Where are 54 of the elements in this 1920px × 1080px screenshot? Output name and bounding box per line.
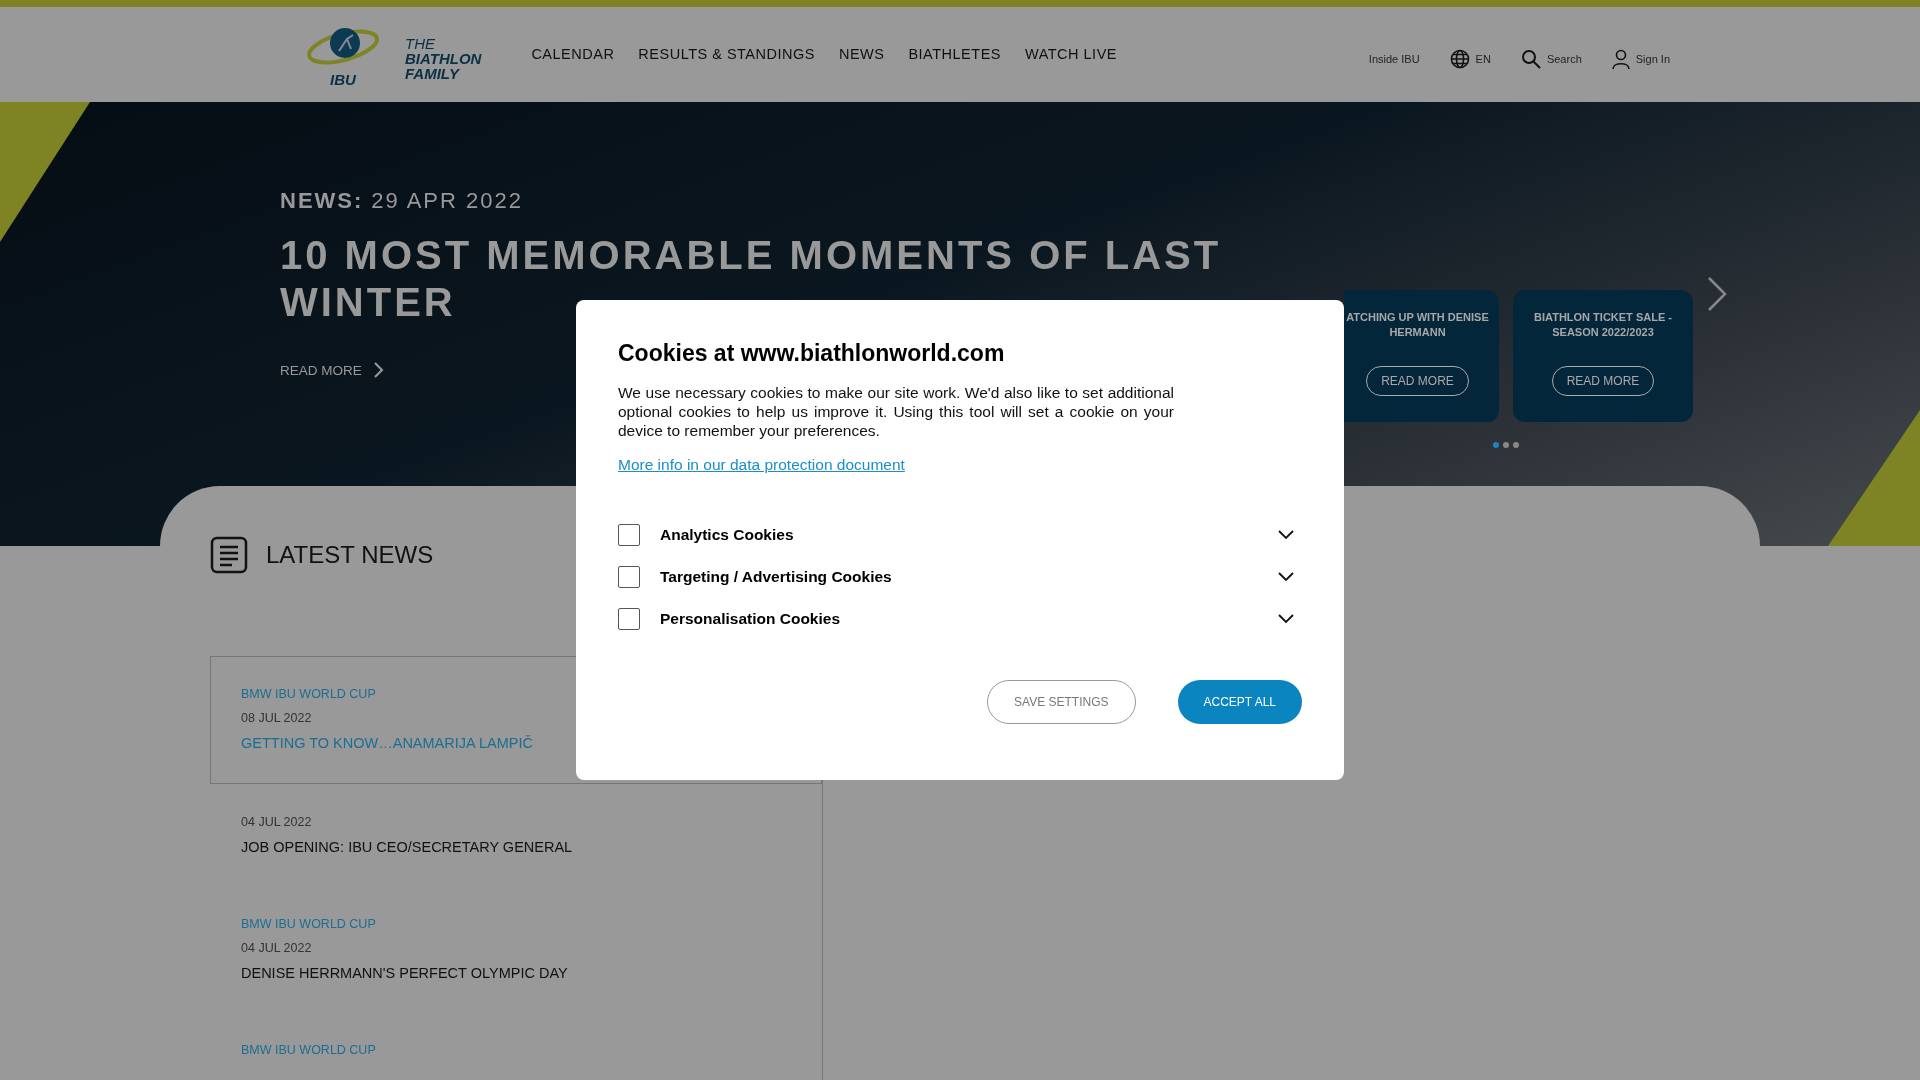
news-item[interactable]: BMW IBU WORLD CUP 04 JUL 2022 DENISE HERRMANN'S PERFECT OLYMPIC DAY <box>210 886 822 1012</box>
utility-link[interactable]: Inside IBU <box>1368 52 1420 65</box>
news-category: BMW IBU WORLD CUP <box>241 1043 377 1057</box>
news-headline: DENISE HERRMANN'S PERFECT OLYMPIC DAY <box>241 965 569 981</box>
news-category: BMW IBU WORLD CUP <box>241 687 377 701</box>
news-date: 29 APR 2022 <box>371 188 523 213</box>
carousel-dot[interactable] <box>1503 442 1509 448</box>
chevron-right-icon <box>373 362 384 378</box>
news-date: 08 JUL 2022 <box>241 711 313 725</box>
news-date: 04 JUL 2022 <box>241 815 313 829</box>
news-headline: JOB OPENING: IBU CEO/SECRETARY GENERAL <box>241 839 574 855</box>
utility-link[interactable]: Sign In <box>1611 48 1670 69</box>
utility-link[interactable]: Search <box>1520 48 1582 69</box>
carousel-dot[interactable] <box>1493 442 1499 448</box>
checkbox[interactable] <box>618 524 640 546</box>
card-title: ATCHING UP WITH DENISE HERMANN <box>1346 310 1489 340</box>
nav-link[interactable]: NEWS <box>838 45 885 62</box>
cookie-category-label: Personalisation Cookies <box>660 610 842 628</box>
tagline-text: THE <box>405 36 436 51</box>
globe-icon <box>1449 48 1470 69</box>
tagline-text: BIATHLON <box>405 51 482 66</box>
tagline-text: FAMILY <box>405 66 461 81</box>
carousel-dot[interactable] <box>1513 442 1519 448</box>
checkbox[interactable] <box>618 566 640 588</box>
search-icon <box>1520 48 1541 69</box>
nav-link[interactable]: CALENDAR <box>531 45 615 62</box>
section-title: LATEST NEWS <box>266 541 434 569</box>
read-more-link[interactable]: READ MORE <box>280 362 384 378</box>
news-category: BMW IBU WORLD CUP <box>241 917 377 931</box>
logo-text: IBU <box>330 71 356 88</box>
data-protection-link[interactable]: More info in our data protection document <box>618 456 905 474</box>
cookie-category-label: Analytics Cookies <box>660 526 795 544</box>
chevron-down-icon[interactable] <box>1278 572 1294 582</box>
dialog-title: Cookies at www.biathlonworld.com <box>618 340 1006 367</box>
dialog-text: We use necessary cookies to make our site work. We'd also like to set additional optional cookies to help us improve it. Using this tool will set a cookie on your device to remember your preferences. <box>618 383 1174 440</box>
document-icon <box>210 536 248 574</box>
chevron-down-icon[interactable] <box>1278 530 1294 540</box>
nav-link[interactable]: BIATHLETES <box>908 45 1001 62</box>
nav-link[interactable]: RESULTS & STANDINGS <box>638 45 815 62</box>
chevron-down-icon[interactable] <box>1278 614 1294 624</box>
news-date: 04 JUL 2022 <box>241 941 313 955</box>
news-headline: GETTING TO KNOW…ANAMARIJA LAMPIČ <box>241 735 534 751</box>
user-icon <box>1611 48 1630 69</box>
nav-link[interactable]: WATCH LIVE <box>1025 45 1117 62</box>
accept-button[interactable]: ACCEPT ALL <box>1177 680 1302 724</box>
chevron-right-icon[interactable] <box>1707 276 1727 312</box>
news-label: NEWS: <box>280 188 364 213</box>
hero-title: 10 MOST MEMORABLE MOMENTS OF LAST WINTER <box>280 232 1223 326</box>
cookie-category-label: Targeting / Advertising Cookies <box>660 568 893 586</box>
checkbox[interactable] <box>618 608 640 630</box>
card-title: BIATHLON TICKET SALE - SEASON 2022/2023 <box>1533 310 1673 340</box>
utility-link[interactable]: EN <box>1449 48 1491 69</box>
news-item[interactable]: 04 JUL 2022 JOB OPENING: IBU CEO/SECRETARY GENERAL <box>210 784 822 886</box>
save-settings-button[interactable]: SAVE SETTINGS <box>987 680 1136 724</box>
